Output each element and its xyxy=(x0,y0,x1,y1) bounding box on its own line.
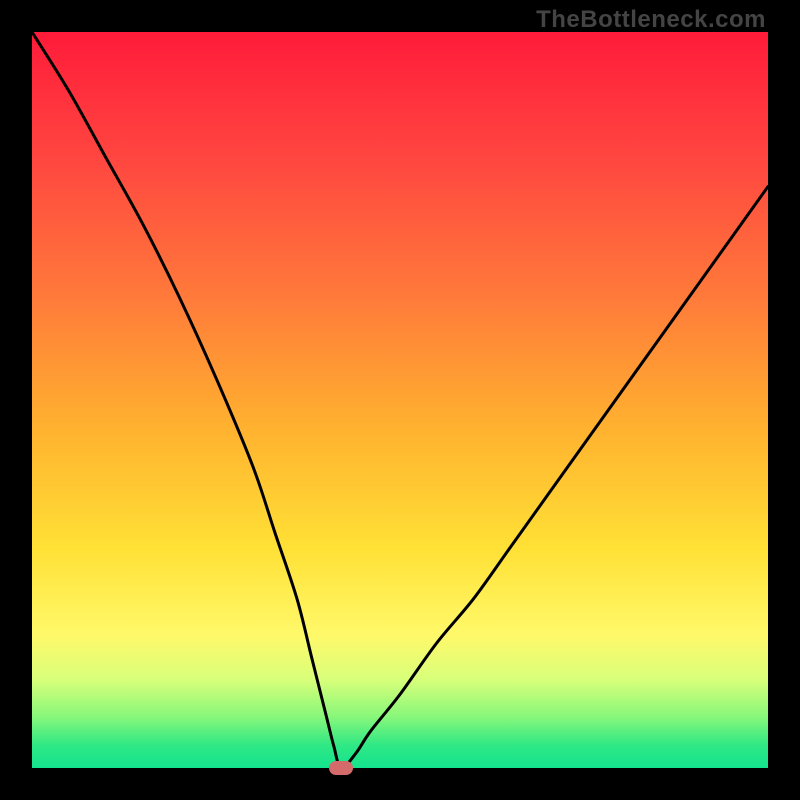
min-marker xyxy=(329,761,353,775)
chart-frame: TheBottleneck.com xyxy=(0,0,800,800)
watermark-text: TheBottleneck.com xyxy=(536,6,766,34)
curve-path xyxy=(32,32,768,768)
plot-area xyxy=(32,32,768,768)
bottleneck-curve xyxy=(32,32,768,768)
